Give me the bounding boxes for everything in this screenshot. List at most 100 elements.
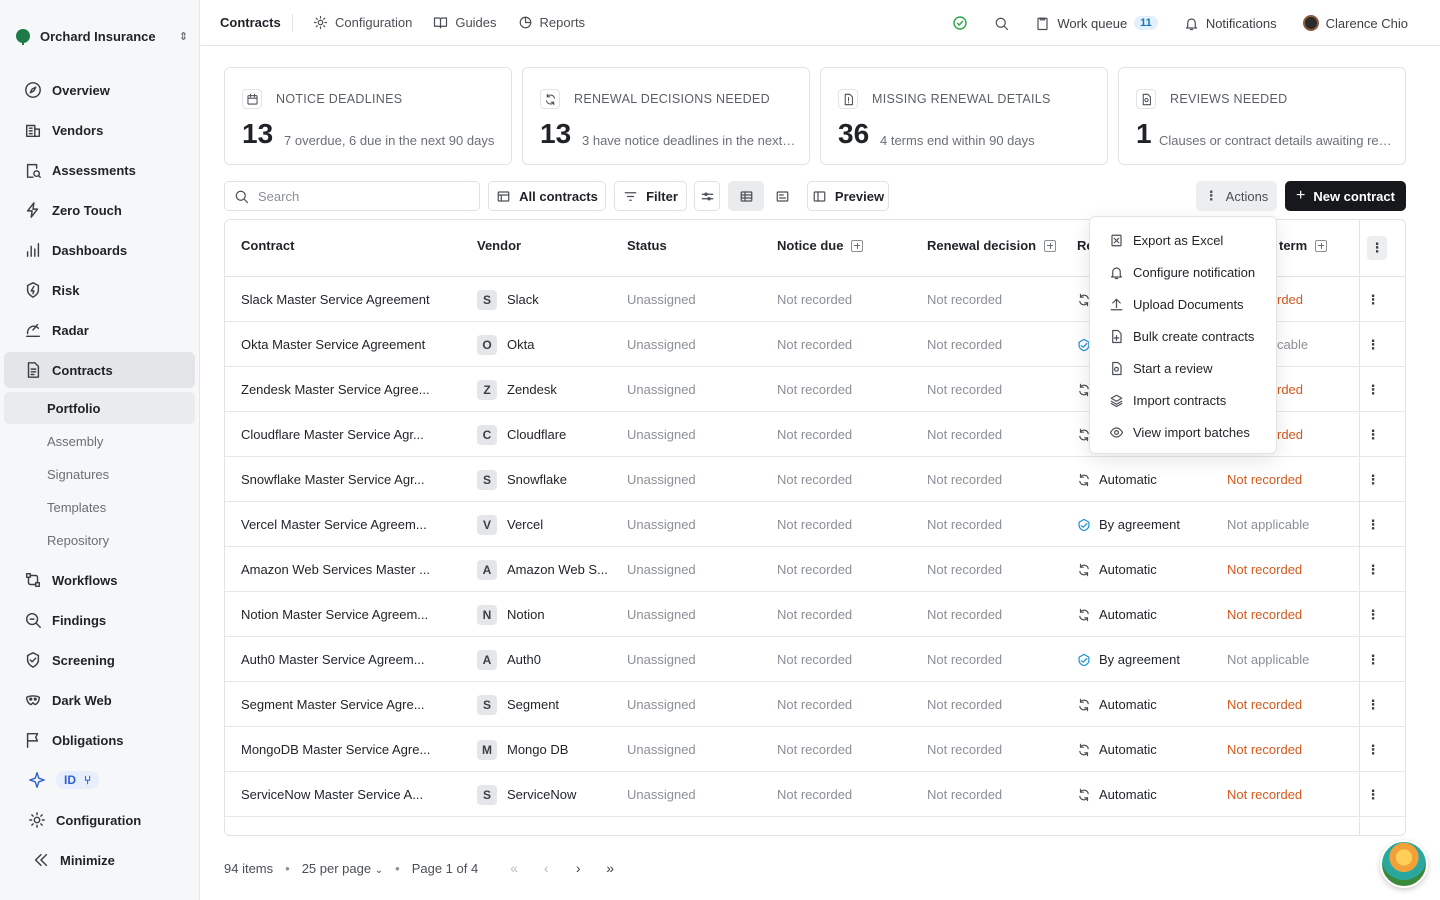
sidebar-minimize-button[interactable]: Minimize: [4, 842, 195, 878]
work-queue-button[interactable]: Work queue 11: [1035, 16, 1158, 31]
menu-item-configure-notification[interactable]: Configure notification: [1090, 256, 1276, 288]
table-row[interactable]: ServiceNow Master Service A... S ServiceNo…: [225, 772, 1405, 817]
table-row[interactable]: Vercel Master Service Agreem... V Vercel Un…: [225, 502, 1405, 547]
column-header-renewal-decision[interactable]: Renewal decision: [927, 238, 1057, 253]
contract-name-cell[interactable]: Slack Master Service Agreement: [241, 277, 430, 322]
sidebar-item-contracts[interactable]: Contracts: [4, 352, 195, 388]
vendor-cell[interactable]: A Auth0: [477, 637, 541, 682]
contract-name-cell[interactable]: Cloudflare Master Service Agr...: [241, 412, 424, 457]
vendor-cell[interactable]: C Cloudflare: [477, 412, 566, 457]
contract-name-cell[interactable]: Snowflake Master Service Agr...: [241, 457, 425, 502]
sidebar-item-findings[interactable]: Findings: [4, 602, 195, 638]
row-menu-button[interactable]: ⋮: [1365, 637, 1381, 682]
search-field[interactable]: [224, 181, 480, 211]
contract-name-cell[interactable]: Okta Master Service Agreement: [241, 322, 425, 367]
breadcrumb[interactable]: Contracts: [200, 15, 292, 30]
menu-item-start-review[interactable]: Start a review: [1090, 352, 1276, 384]
row-menu-button[interactable]: ⋮: [1365, 547, 1381, 592]
table-row[interactable]: Auth0 Master Service Agreem... A Auth0 Unas…: [225, 637, 1405, 682]
sidebar-item-screening[interactable]: Screening: [4, 642, 195, 678]
sidebar-subitem-portfolio[interactable]: Portfolio: [4, 392, 195, 424]
sidebar-item-radar[interactable]: Radar: [4, 312, 195, 348]
sidebar-item-dark-web[interactable]: Dark Web: [4, 682, 195, 718]
sidebar-item-workflows[interactable]: Workflows: [4, 562, 195, 598]
search-button[interactable]: [994, 16, 1009, 31]
actions-button[interactable]: ⋮ Actions: [1196, 181, 1277, 211]
topbar-link-guides[interactable]: Guides: [433, 15, 497, 30]
vendor-cell[interactable]: Z Zendesk: [477, 367, 557, 412]
user-menu[interactable]: Clarence Chio: [1302, 15, 1408, 31]
contract-name-cell[interactable]: MongoDB Master Service Agre...: [241, 727, 430, 772]
table-row[interactable]: MongoDB Master Service Agre... M Mongo DB U…: [225, 727, 1405, 772]
column-header-notice-due[interactable]: Notice due: [777, 238, 864, 253]
row-menu-button[interactable]: ⋮: [1365, 682, 1381, 727]
contract-name-cell[interactable]: Zendesk Master Service Agree...: [241, 367, 430, 412]
sidebar-item-vendors[interactable]: Vendors: [4, 112, 195, 148]
add-column-icon[interactable]: [1044, 239, 1057, 252]
topbar-link-reports[interactable]: Reports: [518, 15, 585, 30]
sidebar-item-id[interactable]: ID ⑂: [4, 762, 195, 798]
vendor-cell[interactable]: S Snowflake: [477, 457, 567, 502]
sidebar-item-obligations[interactable]: Obligations: [4, 722, 195, 758]
menu-item-export-excel[interactable]: Export as Excel: [1090, 224, 1276, 256]
row-menu-button[interactable]: ⋮: [1365, 277, 1381, 322]
vendor-cell[interactable]: V Vercel: [477, 502, 543, 547]
contract-name-cell[interactable]: Vercel Master Service Agreem...: [241, 502, 427, 547]
column-header-contract[interactable]: Contract: [241, 238, 294, 253]
contract-name-cell[interactable]: Segment Master Service Agre...: [241, 682, 425, 727]
stat-card-reviews-needed[interactable]: REVIEWS NEEDED 1 Clauses or contract det…: [1118, 67, 1406, 165]
org-switcher[interactable]: Orchard Insurance ⇕: [12, 20, 188, 52]
column-settings-button[interactable]: [694, 181, 720, 211]
prev-page-button[interactable]: ‹: [530, 860, 562, 876]
per-page-select[interactable]: 25 per page ⌄: [302, 861, 383, 876]
status-check-button[interactable]: [952, 15, 968, 31]
vendor-cell[interactable]: S Segment: [477, 682, 559, 727]
table-row[interactable]: Snowflake Master Service Agr... S Snowflak…: [225, 457, 1405, 502]
filter-button[interactable]: Filter: [614, 181, 687, 211]
table-view-button[interactable]: [728, 181, 764, 211]
row-menu-button[interactable]: ⋮: [1365, 502, 1381, 547]
vendor-cell[interactable]: O Okta: [477, 322, 534, 367]
contract-name-cell[interactable]: Amazon Web Services Master ...: [241, 547, 430, 592]
preview-button[interactable]: Preview: [807, 181, 889, 211]
contract-name-cell[interactable]: ServiceNow Master Service A...: [241, 772, 423, 817]
stat-card-renewal-decisions[interactable]: RENEWAL DECISIONS NEEDED 13 3 have notic…: [522, 67, 810, 165]
row-menu-button[interactable]: ⋮: [1365, 457, 1381, 502]
notifications-button[interactable]: Notifications: [1184, 16, 1277, 31]
stat-card-missing-renewal[interactable]: MISSING RENEWAL DETAILS 36 4 terms end w…: [820, 67, 1108, 165]
sidebar-subitem-assembly[interactable]: Assembly: [4, 425, 195, 457]
menu-item-import-contracts[interactable]: Import contracts: [1090, 384, 1276, 416]
table-row[interactable]: Segment Master Service Agre... S Segment Un…: [225, 682, 1405, 727]
sidebar-item-configuration[interactable]: Configuration: [4, 802, 195, 838]
last-page-button[interactable]: »: [594, 860, 626, 876]
board-view-button[interactable]: [764, 181, 800, 211]
menu-item-bulk-create[interactable]: Bulk create contracts: [1090, 320, 1276, 352]
row-menu-button[interactable]: ⋮: [1365, 772, 1381, 817]
column-header-vendor[interactable]: Vendor: [477, 238, 521, 253]
row-menu-button[interactable]: ⋮: [1365, 367, 1381, 412]
sidebar-subitem-templates[interactable]: Templates: [4, 491, 195, 523]
row-menu-button[interactable]: ⋮: [1365, 322, 1381, 367]
vendor-cell[interactable]: S ServiceNow: [477, 772, 576, 817]
topbar-link-configuration[interactable]: Configuration: [313, 15, 412, 30]
table-row[interactable]: Amazon Web Services Master ... A Amazon We…: [225, 547, 1405, 592]
vendor-cell[interactable]: M Mongo DB: [477, 727, 568, 772]
sidebar-item-zero-touch[interactable]: Zero Touch: [4, 192, 195, 228]
contract-name-cell[interactable]: Auth0 Master Service Agreem...: [241, 637, 425, 682]
contract-name-cell[interactable]: Notion Master Service Agreem...: [241, 592, 428, 637]
row-menu-button[interactable]: ⋮: [1365, 412, 1381, 457]
vendor-cell[interactable]: N Notion: [477, 592, 545, 637]
row-menu-button[interactable]: ⋮: [1365, 727, 1381, 772]
add-column-icon[interactable]: [1315, 239, 1328, 252]
all-contracts-button[interactable]: All contracts: [488, 181, 606, 211]
menu-item-view-import-batches[interactable]: View import batches: [1090, 416, 1276, 448]
first-page-button[interactable]: «: [498, 860, 530, 876]
sidebar-item-overview[interactable]: Overview: [4, 72, 195, 108]
next-page-button[interactable]: ›: [562, 860, 594, 876]
row-menu-button[interactable]: ⋮: [1365, 592, 1381, 637]
vendor-cell[interactable]: S Slack: [477, 277, 539, 322]
sidebar-item-dashboards[interactable]: Dashboards: [4, 232, 195, 268]
assistant-launcher-icon[interactable]: [1380, 840, 1428, 888]
column-header-status[interactable]: Status: [627, 238, 667, 253]
sidebar-item-risk[interactable]: Risk: [4, 272, 195, 308]
